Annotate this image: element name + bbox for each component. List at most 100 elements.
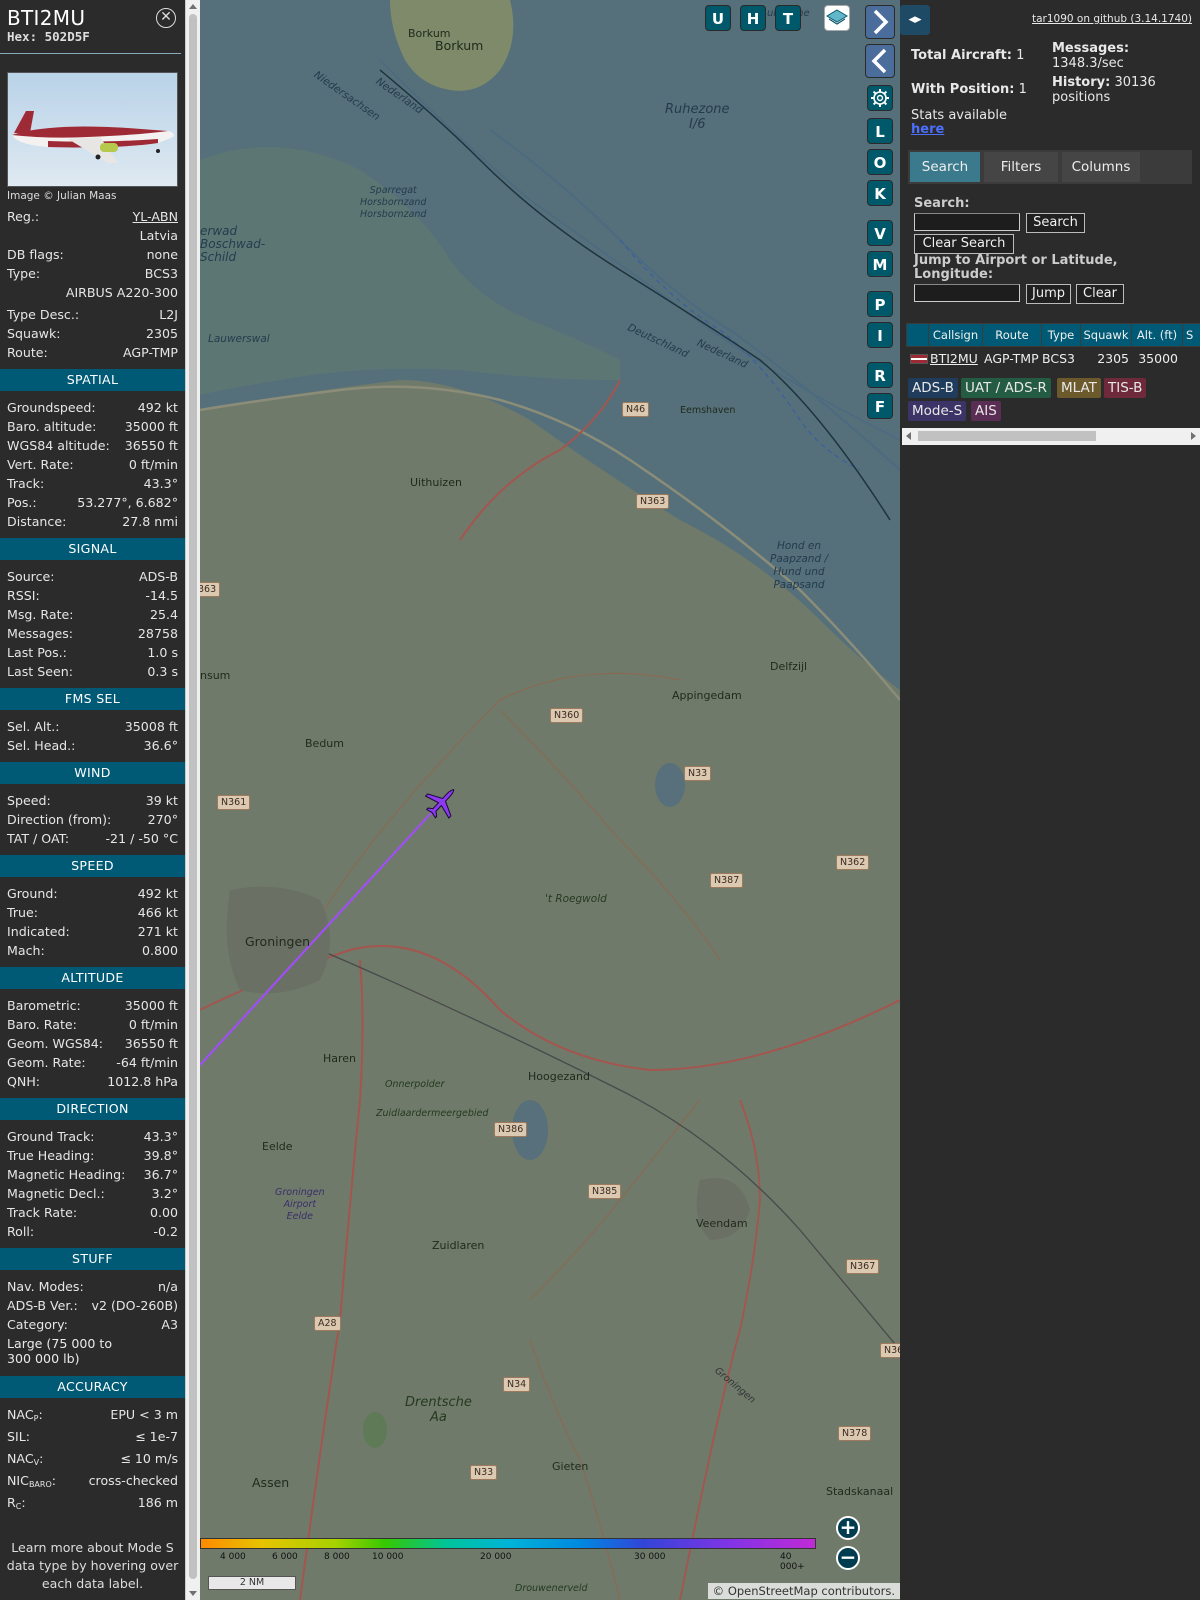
road-shield: N367	[846, 1259, 880, 1274]
label-drouwenerveld: Drouwenerveld	[515, 1583, 588, 1594]
map-basemap	[200, 0, 900, 1600]
row-callsign[interactable]: BTI2MU	[930, 347, 978, 371]
map-button-v[interactable]: V	[867, 220, 893, 246]
info-panel-scrollbar[interactable]	[185, 0, 200, 1600]
aircraft-marker-icon[interactable]	[420, 780, 464, 824]
place-veendam: Veendam	[696, 1217, 748, 1230]
direction-row: Ground Track: 43.3°	[0, 1127, 185, 1146]
scrollbar-thumb[interactable]	[189, 14, 197, 1579]
table-row[interactable]: BTI2MU AGP-TMP BCS3 2305 35000	[906, 347, 1200, 371]
map-button-r[interactable]: R	[867, 362, 893, 388]
column-route[interactable]: Route	[983, 324, 1041, 346]
column-type[interactable]: Type	[1042, 324, 1080, 346]
stats-here-link[interactable]: here	[911, 122, 944, 137]
table-horizontal-scrollbar[interactable]	[902, 428, 1200, 445]
route-label: Route:	[7, 345, 48, 360]
version-link[interactable]: tar1090 on github (3.14.1740)	[1032, 13, 1192, 25]
info-header: BTI2MU Hex: 502D5F ✕	[0, 0, 181, 54]
map-attribution[interactable]: © OpenStreetMap contributors.	[707, 1583, 900, 1599]
dbflags-value: none	[146, 247, 178, 262]
section-fms-sel: FMS SEL	[0, 688, 185, 710]
settings-gear-icon[interactable]	[867, 85, 893, 111]
map-button-l[interactable]: L	[867, 118, 893, 144]
speed-value: 0.800	[141, 943, 178, 958]
zoom-out-icon[interactable]: −	[836, 1546, 860, 1570]
legend-mlat: MLAT	[1057, 378, 1101, 398]
jump-input[interactable]	[914, 284, 1020, 302]
spatial-row: Groundspeed: 492 kt	[0, 398, 185, 417]
zoom-in-icon[interactable]: +	[836, 1516, 860, 1540]
column-speed[interactable]: S	[1183, 324, 1200, 346]
hscroll-thumb[interactable]	[918, 431, 1096, 441]
map-button-h[interactable]: H	[740, 5, 766, 31]
type-label: Type:	[7, 266, 41, 281]
direction-label: Track Rate:	[7, 1205, 78, 1220]
place-assen: Assen	[252, 1475, 290, 1490]
close-icon[interactable]: ✕	[156, 8, 176, 28]
map-button-t[interactable]: T	[775, 5, 801, 31]
section-signal: SIGNAL	[0, 538, 185, 560]
map-button-k[interactable]: K	[867, 180, 893, 206]
altitude-value: 35000 ft	[124, 998, 178, 1013]
place-haren: Haren	[323, 1052, 357, 1065]
nacp-label: NACP:	[7, 1407, 43, 1423]
jump-button[interactable]: Jump	[1026, 284, 1071, 304]
map-button-m[interactable]: M	[867, 251, 893, 277]
altitude-tick: 20 000	[480, 1552, 512, 1562]
layers-icon[interactable]	[824, 5, 850, 31]
map-button-u[interactable]: U	[705, 5, 731, 31]
country-value: Latvia	[139, 228, 178, 243]
aircraft-photo[interactable]	[7, 72, 178, 187]
spatial-value: 36550 ft	[124, 438, 178, 453]
squawk-label: Squawk:	[7, 326, 61, 341]
clear-search-button[interactable]: Clear Search	[914, 234, 1014, 254]
label-drentsche-aa: Drentsche Aa	[405, 1395, 472, 1425]
signal-row: Last Pos.: 1.0 s	[0, 643, 185, 662]
altitude-row: Geom. Rate: -64 ft/min	[0, 1053, 185, 1072]
rc-label: RC:	[7, 1495, 26, 1511]
category-label: Category:	[7, 1317, 68, 1332]
search-button[interactable]: Search	[1026, 213, 1085, 233]
map-view[interactable]: Borkum Borkum RuhezoneI/8 RuhezoneI/6 Ni…	[200, 0, 900, 1600]
map-button-p[interactable]: P	[867, 291, 893, 317]
signal-value: 28758	[137, 626, 178, 641]
map-button-o[interactable]: O	[867, 149, 893, 175]
altitude-tick: 10 000	[372, 1552, 404, 1562]
legend-tisb: TIS-B	[1104, 378, 1147, 398]
signal-row: Source: ADS-B	[0, 567, 185, 586]
chevron-right-icon[interactable]	[865, 5, 895, 39]
direction-row: Roll: -0.2	[0, 1222, 185, 1241]
altitude-label: Barometric:	[7, 998, 81, 1013]
dbflags-label: DB flags:	[7, 247, 64, 262]
search-input[interactable]	[914, 213, 1020, 231]
registration-link[interactable]: YL-ABN	[133, 207, 178, 226]
reg-label: Reg.:	[7, 209, 40, 224]
stats-available-label: Stats available	[911, 108, 1007, 123]
signal-label: Last Pos.:	[7, 645, 67, 660]
tab-search[interactable]: Search	[910, 152, 980, 182]
sidebar-tabs: Search Filters Columns	[908, 150, 1192, 184]
footer-note: Learn more about Mode S data type by hov…	[6, 1540, 179, 1591]
map-button-i[interactable]: I	[867, 322, 893, 348]
clear-button[interactable]: Clear	[1076, 284, 1124, 304]
tab-columns[interactable]: Columns	[1062, 152, 1140, 182]
road-shield: N36	[880, 1343, 900, 1358]
section-accuracy: ACCURACY	[0, 1376, 185, 1398]
expand-sidebar-arrows-icon[interactable]: ◂▸	[900, 5, 930, 35]
tab-filters[interactable]: Filters	[984, 152, 1058, 182]
chevron-left-icon[interactable]	[865, 44, 895, 78]
road-shield: N360	[550, 708, 584, 723]
squawk-value: 2305	[145, 326, 178, 341]
column-flag[interactable]	[907, 324, 928, 346]
fms-label: Sel. Alt.:	[7, 719, 60, 734]
column-callsign[interactable]: Callsign	[929, 324, 982, 346]
spatial-row: Track: 43.3°	[0, 474, 185, 493]
column-squawk[interactable]: Squawk	[1081, 324, 1131, 346]
legend-uat-adsr: UAT / ADS-R	[961, 378, 1051, 398]
model-value: AIRBUS A220-300	[65, 285, 178, 300]
signal-value: -14.5	[145, 588, 178, 603]
altitude-tick: 30 000	[634, 1552, 666, 1562]
column-altitude[interactable]: Alt. (ft)	[1132, 324, 1182, 346]
direction-value: 43.3°	[143, 1129, 178, 1144]
map-button-f[interactable]: F	[867, 393, 893, 419]
